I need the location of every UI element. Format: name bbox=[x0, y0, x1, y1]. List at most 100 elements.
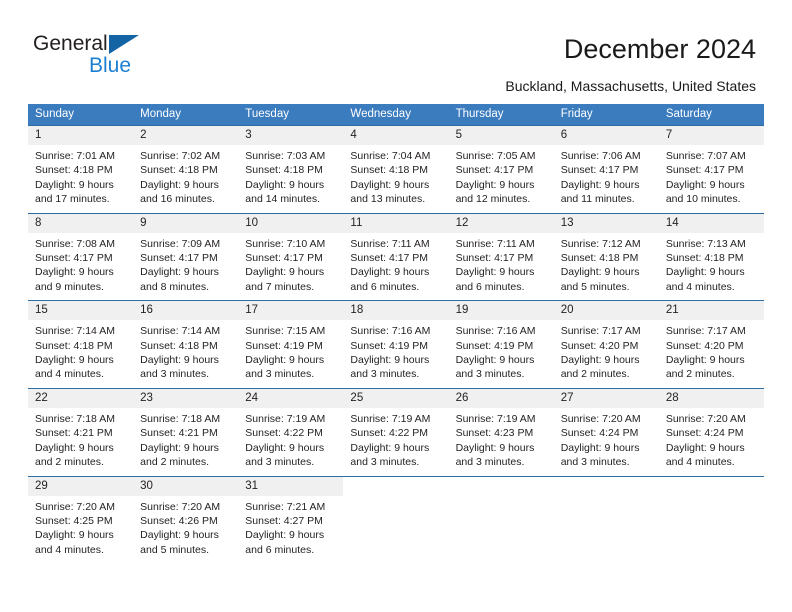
day-number: 7 bbox=[658, 126, 764, 145]
day-number: 8 bbox=[28, 213, 134, 233]
sunrise-text: Sunrise: 7:19 AM bbox=[350, 412, 431, 425]
day-cell[interactable]: 15 Sunrise: 7:14 AM Sunset: 4:18 PM Dayl… bbox=[28, 301, 134, 388]
daylight-text-line2: and 17 minutes. bbox=[35, 193, 110, 206]
day-details: Sunrise: 7:20 AM Sunset: 4:24 PM Dayligh… bbox=[659, 408, 764, 476]
day-cell[interactable]: 18 Sunrise: 7:16 AM Sunset: 4:19 PM Dayl… bbox=[343, 301, 449, 388]
daylight-text-line2: and 11 minutes. bbox=[560, 193, 635, 206]
daylight-text-line1: Daylight: 9 hours bbox=[350, 441, 430, 454]
sunset-text: Sunset: 4:24 PM bbox=[665, 427, 744, 440]
day-details: Sunrise: 7:02 AM Sunset: 4:18 PM Dayligh… bbox=[133, 145, 238, 213]
day-cell[interactable]: 11 Sunrise: 7:11 AM Sunset: 4:17 PM Dayl… bbox=[343, 213, 449, 301]
daylight-text-line2: and 13 minutes. bbox=[350, 193, 426, 206]
daylight-text-line2: and 3 minutes. bbox=[245, 456, 315, 469]
day-number: 5 bbox=[448, 126, 554, 145]
day-cell[interactable]: 14 Sunrise: 7:13 AM Sunset: 4:18 PM Dayl… bbox=[658, 213, 764, 301]
daylight-text-line2: and 3 minutes. bbox=[455, 368, 525, 381]
daylight-text-line2: and 4 minutes. bbox=[665, 456, 735, 469]
sunset-text: Sunset: 4:19 PM bbox=[455, 339, 534, 352]
day-cell[interactable]: 22 Sunrise: 7:18 AM Sunset: 4:21 PM Dayl… bbox=[28, 388, 134, 476]
sunrise-text: Sunrise: 7:15 AM bbox=[245, 325, 326, 338]
day-cell[interactable]: 25 Sunrise: 7:19 AM Sunset: 4:22 PM Dayl… bbox=[343, 388, 449, 476]
day-cell-empty bbox=[343, 476, 449, 564]
sunrise-text: Sunrise: 7:12 AM bbox=[560, 237, 641, 250]
day-cell-empty bbox=[553, 476, 659, 564]
sunset-text: Sunset: 4:22 PM bbox=[350, 427, 429, 440]
day-number: 13 bbox=[553, 213, 659, 233]
sunset-text: Sunset: 4:18 PM bbox=[350, 164, 429, 177]
weekday-header-thursday: Thursday bbox=[455, 108, 504, 120]
day-number: 18 bbox=[343, 301, 449, 321]
day-number: 11 bbox=[343, 213, 449, 233]
day-number bbox=[343, 476, 449, 496]
day-cell[interactable]: 19 Sunrise: 7:16 AM Sunset: 4:19 PM Dayl… bbox=[448, 301, 554, 388]
day-details: Sunrise: 7:14 AM Sunset: 4:18 PM Dayligh… bbox=[133, 320, 238, 388]
day-details: Sunrise: 7:14 AM Sunset: 4:18 PM Dayligh… bbox=[28, 320, 133, 388]
day-cell[interactable]: 5 Sunrise: 7:05 AM Sunset: 4:17 PM Dayli… bbox=[448, 126, 554, 213]
day-cell[interactable]: 4 Sunrise: 7:04 AM Sunset: 4:18 PM Dayli… bbox=[343, 126, 449, 213]
daylight-text-line1: Daylight: 9 hours bbox=[35, 354, 114, 367]
daylight-text-line2: and 3 minutes. bbox=[350, 456, 420, 469]
sunset-text: Sunset: 4:17 PM bbox=[140, 252, 218, 265]
daylight-text-line1: Daylight: 9 hours bbox=[35, 441, 114, 454]
day-cell[interactable]: 10 Sunrise: 7:10 AM Sunset: 4:17 PM Dayl… bbox=[238, 213, 344, 301]
day-details: Sunrise: 7:06 AM Sunset: 4:17 PM Dayligh… bbox=[554, 145, 659, 213]
day-cell[interactable]: 7 Sunrise: 7:07 AM Sunset: 4:17 PM Dayli… bbox=[658, 126, 764, 213]
day-cell[interactable]: 26 Sunrise: 7:19 AM Sunset: 4:23 PM Dayl… bbox=[448, 388, 554, 476]
general-blue-logo[interactable]: General Blue bbox=[33, 32, 213, 82]
day-details: Sunrise: 7:16 AM Sunset: 4:19 PM Dayligh… bbox=[449, 320, 554, 388]
day-cell[interactable]: 24 Sunrise: 7:19 AM Sunset: 4:22 PM Dayl… bbox=[238, 388, 344, 476]
daylight-text-line1: Daylight: 9 hours bbox=[665, 178, 745, 191]
daylight-text-line1: Daylight: 9 hours bbox=[140, 354, 219, 367]
daylight-text-line1: Daylight: 9 hours bbox=[245, 529, 325, 542]
daylight-text-line2: and 10 minutes. bbox=[665, 193, 741, 206]
daylight-text-line1: Daylight: 9 hours bbox=[350, 266, 430, 279]
day-cell[interactable]: 13 Sunrise: 7:12 AM Sunset: 4:18 PM Dayl… bbox=[553, 213, 659, 301]
sunset-text: Sunset: 4:18 PM bbox=[665, 252, 744, 265]
day-details: Sunrise: 7:09 AM Sunset: 4:17 PM Dayligh… bbox=[133, 233, 238, 301]
sunset-text: Sunset: 4:17 PM bbox=[245, 252, 323, 265]
day-cell[interactable]: 31 Sunrise: 7:21 AM Sunset: 4:27 PM Dayl… bbox=[238, 476, 344, 564]
weekday-header-monday: Monday bbox=[140, 108, 182, 120]
day-cell[interactable]: 3 Sunrise: 7:03 AM Sunset: 4:18 PM Dayli… bbox=[238, 126, 344, 213]
day-cell[interactable]: 28 Sunrise: 7:20 AM Sunset: 4:24 PM Dayl… bbox=[658, 388, 764, 476]
day-number: 23 bbox=[133, 388, 239, 408]
daylight-text-line2: and 6 minutes. bbox=[245, 543, 315, 556]
day-details: Sunrise: 7:20 AM Sunset: 4:24 PM Dayligh… bbox=[554, 408, 659, 476]
day-cell[interactable]: 6 Sunrise: 7:06 AM Sunset: 4:17 PM Dayli… bbox=[553, 126, 659, 213]
day-cell[interactable]: 17 Sunrise: 7:15 AM Sunset: 4:19 PM Dayl… bbox=[238, 301, 344, 388]
day-cell[interactable]: 30 Sunrise: 7:20 AM Sunset: 4:26 PM Dayl… bbox=[133, 476, 239, 564]
day-number: 3 bbox=[238, 126, 344, 145]
calendar-page: General Blue December 2024 Buckland, Mas… bbox=[0, 0, 792, 612]
daylight-text-line1: Daylight: 9 hours bbox=[665, 354, 745, 367]
day-details: Sunrise: 7:17 AM Sunset: 4:20 PM Dayligh… bbox=[659, 320, 764, 388]
daylight-text-line1: Daylight: 9 hours bbox=[140, 529, 219, 542]
day-cell[interactable]: 16 Sunrise: 7:14 AM Sunset: 4:18 PM Dayl… bbox=[133, 301, 239, 388]
week-row: 8 Sunrise: 7:08 AM Sunset: 4:17 PM Dayli… bbox=[28, 212, 764, 301]
day-details: Sunrise: 7:03 AM Sunset: 4:18 PM Dayligh… bbox=[238, 145, 343, 213]
day-cell[interactable]: 23 Sunrise: 7:18 AM Sunset: 4:21 PM Dayl… bbox=[133, 388, 239, 476]
day-cell[interactable]: 1 Sunrise: 7:01 AM Sunset: 4:18 PM Dayli… bbox=[28, 126, 134, 213]
day-number: 28 bbox=[658, 388, 764, 408]
weekday-header-sunday: Sunday bbox=[35, 108, 75, 120]
sunset-text: Sunset: 4:19 PM bbox=[245, 339, 323, 352]
day-cell[interactable]: 21 Sunrise: 7:17 AM Sunset: 4:20 PM Dayl… bbox=[658, 301, 764, 388]
day-cell[interactable]: 9 Sunrise: 7:09 AM Sunset: 4:17 PM Dayli… bbox=[133, 213, 239, 301]
day-cell[interactable]: 12 Sunrise: 7:11 AM Sunset: 4:17 PM Dayl… bbox=[448, 213, 554, 301]
day-cell[interactable]: 27 Sunrise: 7:20 AM Sunset: 4:24 PM Dayl… bbox=[553, 388, 659, 476]
daylight-text-line1: Daylight: 9 hours bbox=[560, 266, 640, 279]
sunset-text: Sunset: 4:18 PM bbox=[35, 164, 113, 177]
day-cell[interactable]: 8 Sunrise: 7:08 AM Sunset: 4:17 PM Dayli… bbox=[28, 213, 134, 301]
day-cell[interactable]: 29 Sunrise: 7:20 AM Sunset: 4:25 PM Dayl… bbox=[28, 476, 134, 564]
sunset-text: Sunset: 4:17 PM bbox=[350, 252, 429, 265]
day-cell[interactable]: 20 Sunrise: 7:17 AM Sunset: 4:20 PM Dayl… bbox=[553, 301, 659, 388]
daylight-text-line1: Daylight: 9 hours bbox=[455, 354, 535, 367]
sunrise-text: Sunrise: 7:11 AM bbox=[455, 237, 535, 250]
daylight-text-line1: Daylight: 9 hours bbox=[245, 178, 325, 191]
sunrise-text: Sunrise: 7:20 AM bbox=[560, 412, 641, 425]
daylight-text-line2: and 5 minutes. bbox=[560, 280, 630, 293]
day-number: 26 bbox=[448, 388, 554, 408]
daylight-text-line2: and 3 minutes. bbox=[140, 368, 210, 381]
day-cell[interactable]: 2 Sunrise: 7:02 AM Sunset: 4:18 PM Dayli… bbox=[133, 126, 239, 213]
week-row: 29 Sunrise: 7:20 AM Sunset: 4:25 PM Dayl… bbox=[28, 475, 764, 564]
sunset-text: Sunset: 4:20 PM bbox=[560, 339, 639, 352]
